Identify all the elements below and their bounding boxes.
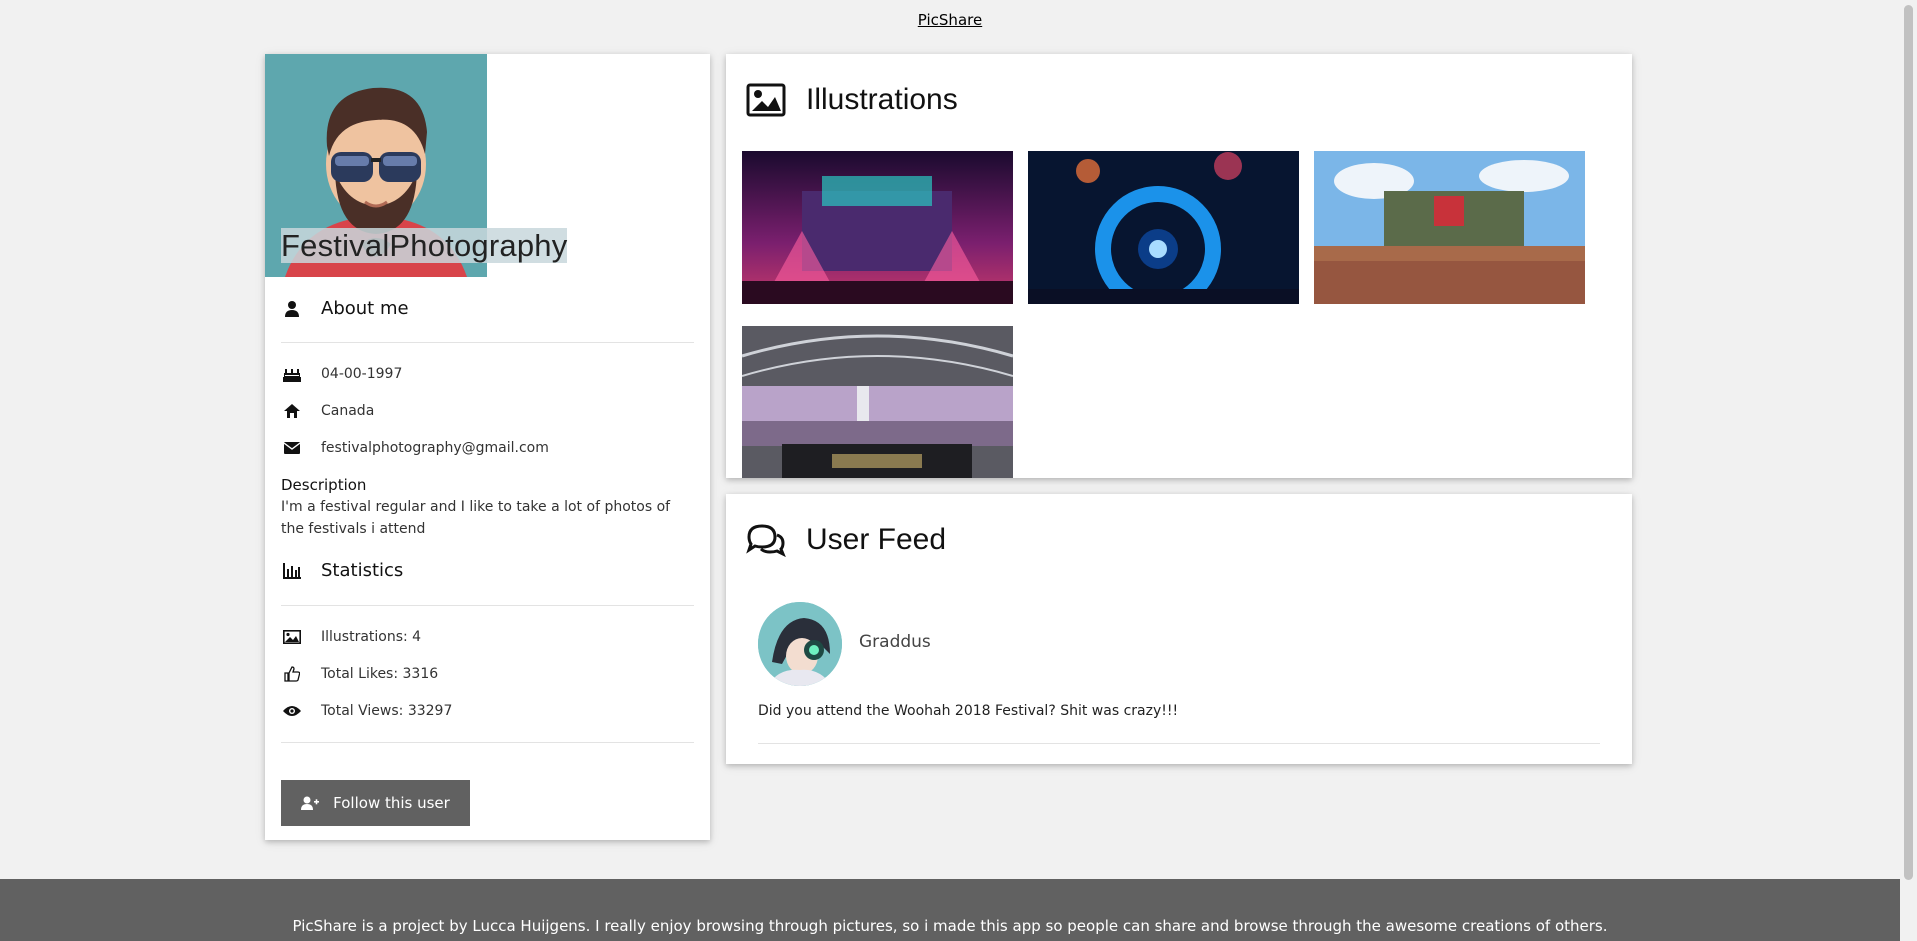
description-text: I'm a festival regular and I like to tak… — [281, 499, 671, 537]
about-me-heading: About me — [281, 298, 409, 319]
feed-message: Did you attend the Woohah 2018 Festival?… — [758, 703, 1179, 719]
country-row: Canada — [281, 402, 374, 420]
illustration-thumbnail[interactable] — [742, 326, 1013, 478]
email-row: festivalphotography@gmail.com — [281, 439, 549, 457]
profile-username: FestivalPhotography — [281, 228, 568, 263]
profile-card: FestivalPhotography About me 04-00-1997 … — [265, 54, 710, 840]
image-icon — [281, 628, 303, 646]
scrollbar-thumb[interactable] — [1904, 5, 1913, 880]
bar-chart-icon — [281, 561, 303, 581]
thumbs-up-icon — [281, 665, 303, 683]
likes-stat-row: Total Likes: 3316 — [281, 665, 438, 683]
birthdate-row: 04-00-1997 — [281, 365, 402, 383]
statistics-heading: Statistics — [281, 560, 403, 581]
divider — [281, 742, 694, 743]
brand-link[interactable]: PicShare — [918, 11, 982, 29]
description-title: Description — [281, 476, 367, 494]
follow-user-button[interactable]: Follow this user — [281, 780, 470, 826]
feed-user-avatar[interactable] — [758, 602, 842, 686]
divider — [281, 605, 694, 606]
user-plus-icon — [301, 796, 320, 810]
illustrations-stat-row: Illustrations: 4 — [281, 628, 421, 646]
user-icon — [281, 299, 303, 319]
divider — [758, 743, 1600, 744]
top-nav: PicShare — [0, 10, 1900, 29]
page-scrollbar[interactable] — [1900, 0, 1917, 941]
home-icon — [281, 402, 303, 420]
envelope-icon — [281, 439, 303, 457]
user-feed-card: User Feed Graddus Did you attend the Woo… — [726, 494, 1632, 764]
comments-icon — [746, 522, 786, 558]
footer-text: PicShare is a project by Lucca Huijgens.… — [292, 917, 1608, 935]
image-icon — [746, 82, 786, 118]
footer: PicShare is a project by Lucca Huijgens.… — [0, 879, 1900, 941]
feed-username[interactable]: Graddus — [859, 632, 931, 652]
illustrations-heading: Illustrations — [746, 82, 958, 118]
illustration-thumbnail[interactable] — [1314, 151, 1585, 304]
eye-icon — [281, 702, 303, 720]
user-feed-heading: User Feed — [746, 522, 946, 558]
illustration-thumbnail[interactable] — [742, 151, 1013, 304]
illustration-thumbnail[interactable] — [1028, 151, 1299, 304]
illustrations-card: Illustrations — [726, 54, 1632, 478]
birthday-cake-icon — [281, 365, 303, 383]
views-stat-row: Total Views: 33297 — [281, 702, 452, 720]
divider — [281, 342, 694, 343]
